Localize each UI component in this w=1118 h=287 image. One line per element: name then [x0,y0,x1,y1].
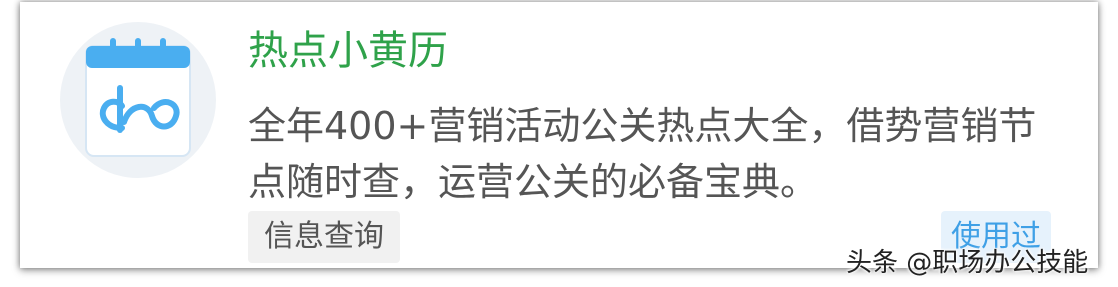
category-tag[interactable]: 信息查询 [248,211,400,263]
screenshot-frame: 热点小黄历 全年400+营销活动公关热点大全，借势营销节点随时查，运营公关的必备… [0,0,1118,287]
app-title[interactable]: 热点小黄历 [248,24,448,78]
app-description: 全年400+营销活动公关热点大全，借势营销节点随时查，运营公关的必备宝典。 [248,104,1037,204]
calendar-logo-icon [85,38,191,157]
app-icon[interactable] [60,22,216,178]
watermark: 头条 @职场办公技能 [846,248,1089,278]
